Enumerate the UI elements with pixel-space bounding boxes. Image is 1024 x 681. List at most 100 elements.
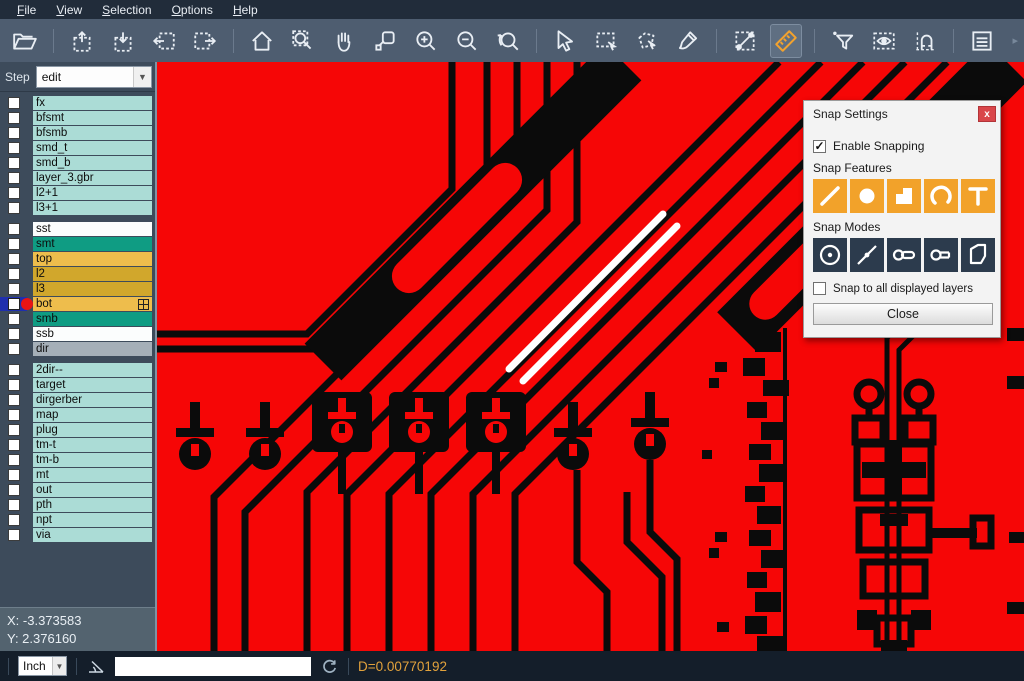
snap-all-layers-checkbox[interactable] [813, 282, 826, 295]
menu-help[interactable]: Help [224, 1, 267, 19]
select-polygon-icon[interactable] [632, 25, 662, 57]
pan-hand-icon[interactable] [329, 25, 359, 57]
layer-row[interactable]: layer_3.gbr [0, 171, 155, 185]
layer-row[interactable]: l2 [0, 267, 155, 281]
zoom-window-icon[interactable] [288, 25, 318, 57]
clear-brush-icon[interactable] [673, 25, 703, 57]
layer-visibility-checkbox[interactable] [8, 424, 20, 436]
report-list-icon[interactable] [967, 25, 997, 57]
layer-visibility-checkbox[interactable] [8, 172, 20, 184]
layer-row[interactable]: plug [0, 423, 155, 437]
layer-row-active[interactable]: bot [0, 297, 155, 311]
measure-input[interactable] [115, 657, 311, 676]
dialog-close-button[interactable]: Close [813, 303, 993, 325]
layer-visibility-checkbox[interactable] [8, 499, 20, 511]
layer-row[interactable]: target [0, 378, 155, 392]
layer-row[interactable]: tm-b [0, 453, 155, 467]
layer-visibility-checkbox[interactable] [8, 343, 20, 355]
layer-visibility-checkbox[interactable] [8, 127, 20, 139]
layer-row[interactable]: tm-t [0, 438, 155, 452]
snap-all-layers-row[interactable]: Snap to all displayed layers [813, 282, 991, 295]
move-view-icon[interactable] [370, 25, 400, 57]
layer-visibility-checkbox[interactable] [8, 514, 20, 526]
import-left-icon[interactable] [149, 25, 179, 57]
layer-row[interactable]: bfsmt [0, 111, 155, 125]
layer-row[interactable]: l2+1 [0, 186, 155, 200]
ruler-measure-icon[interactable] [771, 25, 801, 57]
layer-visibility-checkbox[interactable] [8, 253, 20, 265]
layer-visibility-checkbox[interactable] [8, 298, 20, 310]
layer-row[interactable]: top [0, 252, 155, 266]
layer-visibility-checkbox[interactable] [8, 187, 20, 199]
layer-row[interactable]: smd_b [0, 156, 155, 170]
layer-row[interactable]: pth [0, 498, 155, 512]
highlight-view-icon[interactable] [869, 25, 899, 57]
layer-visibility-checkbox[interactable] [8, 313, 20, 325]
layer-visibility-checkbox[interactable] [8, 238, 20, 250]
layer-visibility-checkbox[interactable] [8, 529, 20, 541]
layer-visibility-checkbox[interactable] [8, 469, 20, 481]
snap-mode-endpoint-button[interactable] [887, 238, 921, 272]
layer-row[interactable]: l3+1 [0, 201, 155, 215]
angle-measure-icon[interactable] [86, 656, 106, 676]
layer-row[interactable]: smd_t [0, 141, 155, 155]
close-icon[interactable]: x [978, 106, 996, 122]
open-folder-icon[interactable] [10, 25, 40, 57]
measure-points-icon[interactable] [730, 25, 760, 57]
import-up-icon[interactable] [67, 25, 97, 57]
layer-visibility-checkbox[interactable] [8, 394, 20, 406]
zoom-in-icon[interactable] [411, 25, 441, 57]
snap-mode-closest-point-button[interactable] [850, 238, 884, 272]
filter-icon[interactable] [828, 25, 858, 57]
zoom-out-icon[interactable] [452, 25, 482, 57]
layer-visibility-checkbox[interactable] [8, 112, 20, 124]
snap-settings-icon[interactable] [910, 25, 940, 57]
layer-row[interactable]: mt [0, 468, 155, 482]
select-rectangle-icon[interactable] [591, 25, 621, 57]
snap-mode-outline-button[interactable] [961, 238, 995, 272]
enable-snapping-row[interactable]: ✓ Enable Snapping [813, 139, 991, 153]
snap-feature-line-button[interactable] [813, 179, 847, 213]
snap-feature-pad-button[interactable] [850, 179, 884, 213]
snap-feature-surface-button[interactable] [887, 179, 921, 213]
layer-row[interactable]: ssb [0, 327, 155, 341]
snap-feature-arc-button[interactable] [924, 179, 958, 213]
layer-row[interactable]: l3 [0, 282, 155, 296]
layer-visibility-checkbox[interactable] [8, 223, 20, 235]
snap-mode-center-button[interactable] [813, 238, 847, 272]
layer-visibility-checkbox[interactable] [8, 364, 20, 376]
layer-visibility-checkbox[interactable] [8, 454, 20, 466]
layer-row[interactable]: out [0, 483, 155, 497]
snap-mode-key-button[interactable] [924, 238, 958, 272]
layer-visibility-checkbox[interactable] [8, 484, 20, 496]
layer-visibility-checkbox[interactable] [8, 283, 20, 295]
layer-row[interactable]: dirgerber [0, 393, 155, 407]
layer-row[interactable]: map [0, 408, 155, 422]
import-down-icon[interactable] [108, 25, 138, 57]
layer-visibility-checkbox[interactable] [8, 142, 20, 154]
snap-feature-text-button[interactable] [961, 179, 995, 213]
layer-row[interactable]: smt [0, 237, 155, 251]
layer-row[interactable]: smb [0, 312, 155, 326]
layer-row[interactable]: fx [0, 96, 155, 110]
enable-snapping-checkbox[interactable]: ✓ [813, 140, 826, 153]
layer-row[interactable]: npt [0, 513, 155, 527]
select-arrow-icon[interactable] [550, 25, 580, 57]
dialog-titlebar[interactable]: Snap Settings x [804, 101, 1000, 127]
layer-visibility-checkbox[interactable] [8, 268, 20, 280]
layer-row[interactable]: 2dir-- [0, 363, 155, 377]
toolbar-overflow-icon[interactable]: ▸ [1012, 34, 1024, 47]
layer-row[interactable]: sst [0, 222, 155, 236]
zoom-previous-icon[interactable] [493, 25, 523, 57]
layer-row[interactable]: via [0, 528, 155, 542]
layer-visibility-checkbox[interactable] [8, 439, 20, 451]
chevron-down-icon[interactable]: ▼ [52, 657, 66, 675]
layer-visibility-checkbox[interactable] [8, 157, 20, 169]
import-right-icon[interactable] [190, 25, 220, 57]
chevron-down-icon[interactable]: ▼ [133, 67, 151, 87]
refresh-icon[interactable] [320, 657, 339, 676]
layer-visibility-checkbox[interactable] [8, 328, 20, 340]
layer-visibility-checkbox[interactable] [8, 409, 20, 421]
menu-selection[interactable]: Selection [93, 1, 160, 19]
menu-options[interactable]: Options [163, 1, 222, 19]
